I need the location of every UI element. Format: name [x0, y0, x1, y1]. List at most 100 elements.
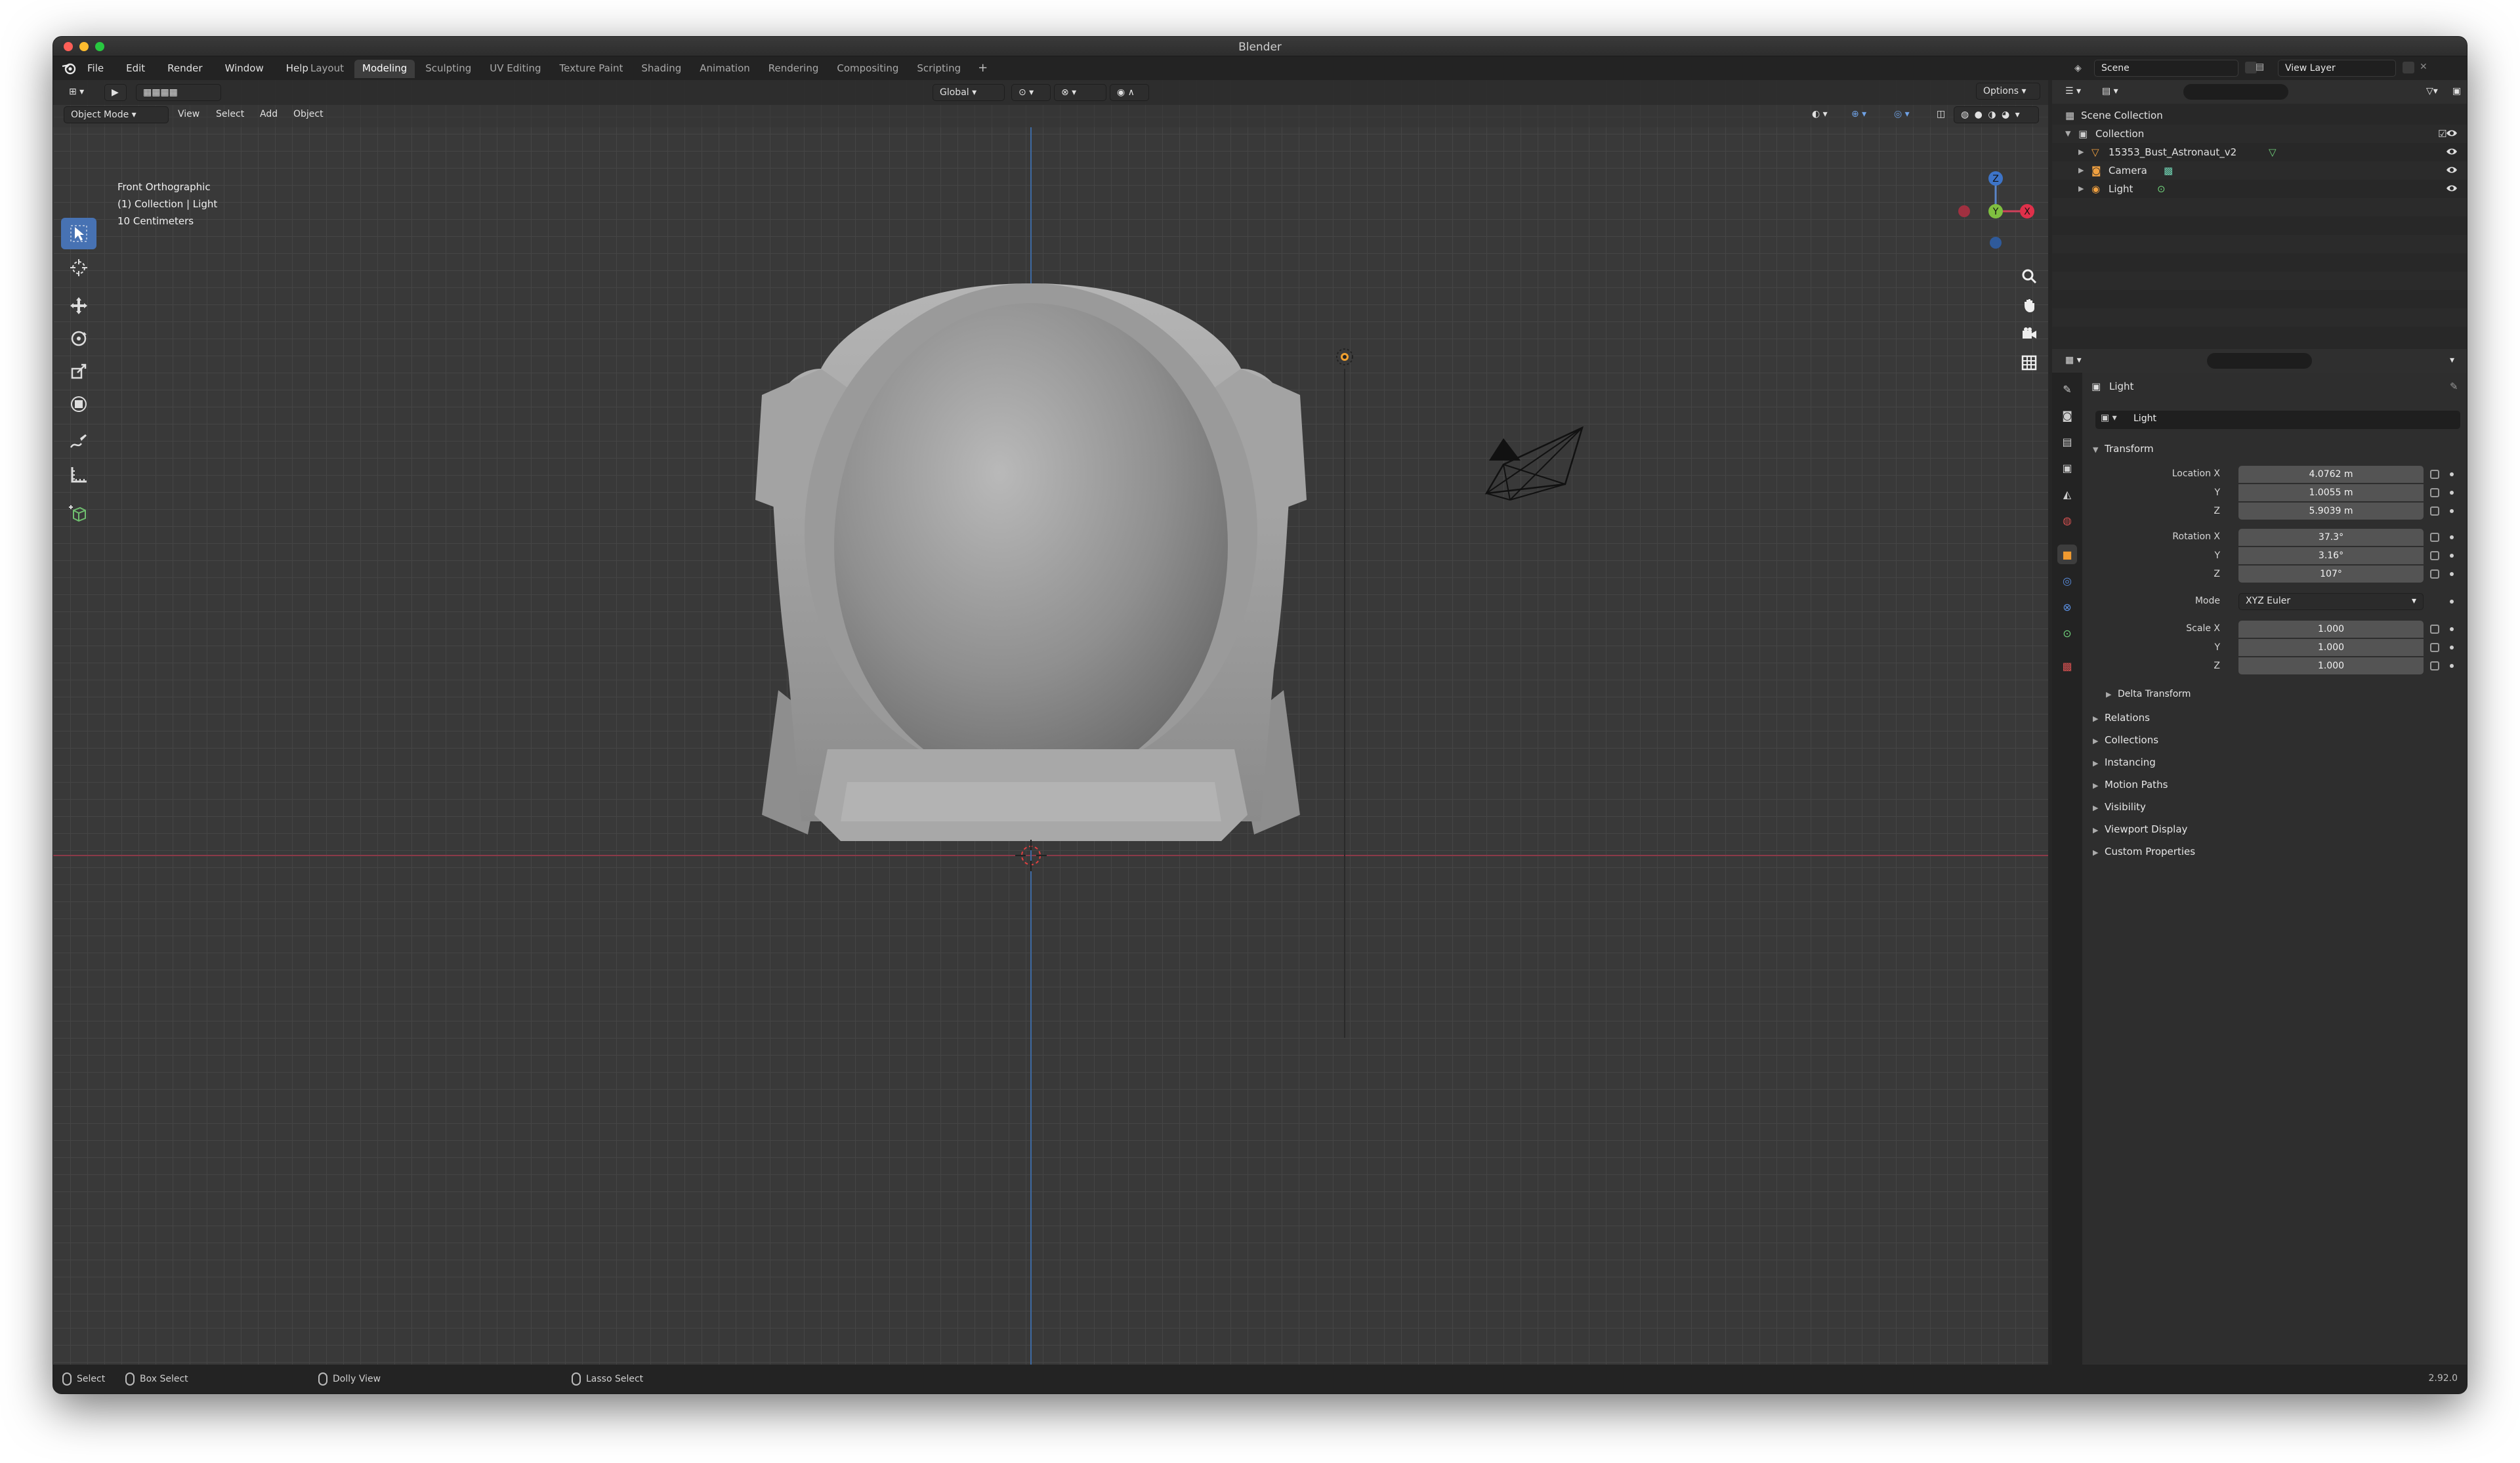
- lock-icon[interactable]: [2430, 533, 2439, 542]
- blender-logo-icon[interactable]: [61, 60, 77, 76]
- outliner-search-input[interactable]: [2183, 84, 2288, 100]
- menu-view[interactable]: View: [178, 109, 200, 119]
- texture-tab-icon[interactable]: ▩: [2057, 656, 2077, 676]
- tab-rendering[interactable]: Rendering: [761, 60, 827, 78]
- menu-edit[interactable]: Edit: [123, 61, 148, 75]
- menu-render[interactable]: Render: [165, 61, 205, 75]
- menu-file[interactable]: File: [85, 61, 106, 75]
- properties-search-input[interactable]: [2207, 353, 2312, 369]
- location-z-field[interactable]: 5.9039 m: [2238, 503, 2424, 520]
- scale-y-field[interactable]: 1.000: [2238, 639, 2424, 656]
- select-box-tool[interactable]: [61, 218, 96, 249]
- zoom-icon[interactable]: [2017, 264, 2042, 289]
- menu-window[interactable]: Window: [222, 61, 266, 75]
- render-tab-icon[interactable]: ◙: [2057, 405, 2077, 425]
- 3d-viewport[interactable]: ⊞ ▾ ▶ ▦▦▦▦ Global ▾ ⊙ ▾ ⊗ ▾ ◉ ∧ Options …: [53, 80, 2048, 1365]
- motion-paths-panel-header[interactable]: ▶ Motion Paths: [2082, 774, 2467, 795]
- rotation-z-field[interactable]: 107°: [2238, 566, 2424, 583]
- tab-layout[interactable]: Layout: [303, 60, 352, 78]
- 3d-cursor-icon[interactable]: [1011, 836, 1051, 875]
- light-data-tab-icon[interactable]: ⊙: [2057, 623, 2077, 643]
- camera-data-icon[interactable]: ▩: [2164, 161, 2173, 180]
- menu-select[interactable]: Select: [216, 109, 244, 119]
- rotate-tool[interactable]: [61, 323, 96, 354]
- relations-panel-header[interactable]: ▶ Relations: [2082, 707, 2467, 728]
- mesh-data-icon[interactable]: ▽: [2269, 143, 2277, 161]
- proportional-editing-icon[interactable]: ◉ ∧: [1110, 84, 1149, 101]
- custom-properties-panel-header[interactable]: ▶ Custom Properties: [2082, 841, 2467, 862]
- view-layer-tab-icon[interactable]: ▣: [2057, 458, 2077, 478]
- world-tab-icon[interactable]: ◍: [2057, 510, 2077, 530]
- tab-animation[interactable]: Animation: [692, 60, 757, 78]
- add-cube-tool[interactable]: [61, 497, 96, 529]
- keyframe-dot-icon[interactable]: [2450, 554, 2454, 558]
- keyframe-dot-icon[interactable]: [2450, 600, 2454, 604]
- navigation-gizmo[interactable]: Z X Y: [1956, 165, 2042, 257]
- pan-hand-icon[interactable]: [2017, 293, 2042, 318]
- scene-tab-icon[interactable]: ◭: [2057, 484, 2077, 504]
- options-dropdown[interactable]: Options ▾: [1976, 83, 2040, 100]
- view-layer-icon[interactable]: ▤: [2256, 62, 2264, 72]
- constraints-tab-icon[interactable]: ⊗: [2057, 597, 2077, 617]
- visibility-eye-icon[interactable]: [2446, 184, 2458, 193]
- tab-compositing[interactable]: Compositing: [829, 60, 906, 78]
- light-data-icon[interactable]: ⊙: [2157, 180, 2166, 198]
- expand-arrow-icon[interactable]: ▼: [2065, 125, 2070, 143]
- lock-icon[interactable]: [2430, 470, 2439, 479]
- menu-object[interactable]: Object: [293, 109, 324, 119]
- scale-z-field[interactable]: 1.000: [2238, 657, 2424, 674]
- new-view-layer-icon[interactable]: [2403, 62, 2414, 73]
- camera-object-icon[interactable]: [1484, 421, 1602, 506]
- tab-scripting[interactable]: Scripting: [909, 60, 969, 78]
- rotation-x-field[interactable]: 37.3°: [2238, 529, 2424, 546]
- annotate-tool[interactable]: [61, 426, 96, 458]
- properties-options-icon[interactable]: ▾: [2443, 352, 2463, 369]
- output-tab-icon[interactable]: ▤: [2057, 432, 2077, 451]
- tool-tab-icon[interactable]: ✎: [2057, 379, 2077, 399]
- lock-icon[interactable]: [2430, 661, 2439, 670]
- scene-selector[interactable]: Scene: [2094, 60, 2238, 77]
- camera-view-icon[interactable]: [2017, 321, 2042, 346]
- transform-orientation-dropdown[interactable]: Global ▾: [933, 84, 1005, 101]
- add-workspace-button[interactable]: +: [971, 60, 994, 78]
- location-y-field[interactable]: 1.0055 m: [2238, 484, 2424, 501]
- outliner-editor-type-icon[interactable]: ☰ ▾: [2059, 83, 2091, 100]
- lock-icon[interactable]: [2430, 488, 2439, 497]
- outliner-row-collection[interactable]: ▼ ▣ Collection ☑: [2052, 125, 2467, 143]
- filter-icon[interactable]: ▽▾: [2420, 83, 2446, 100]
- properties-editor-type-icon[interactable]: ▦ ▾: [2059, 352, 2091, 369]
- physics-tab-icon[interactable]: ◎: [2057, 571, 2077, 590]
- expand-arrow-icon[interactable]: ▶: [2078, 180, 2084, 198]
- keyframe-dot-icon[interactable]: [2450, 509, 2454, 513]
- instancing-panel-header[interactable]: ▶ Instancing: [2082, 752, 2467, 773]
- pin-icon[interactable]: ✎: [2450, 381, 2458, 392]
- pivot-point-icon[interactable]: ⊙ ▾: [1011, 84, 1051, 101]
- location-x-field[interactable]: 4.0762 m: [2238, 466, 2424, 483]
- tab-uv-editing[interactable]: UV Editing: [482, 60, 549, 78]
- selection-mode-icons[interactable]: ▦▦▦▦: [136, 84, 221, 101]
- visibility-eye-icon[interactable]: [2446, 147, 2458, 156]
- keyframe-dot-icon[interactable]: [2450, 572, 2454, 576]
- lock-icon[interactable]: [2430, 625, 2439, 634]
- keyframe-dot-icon[interactable]: [2450, 491, 2454, 495]
- keyframe-dot-icon[interactable]: [2450, 664, 2454, 668]
- xray-toggle-icon[interactable]: ◫: [1930, 106, 1952, 123]
- move-tool[interactable]: [61, 290, 96, 321]
- perspective-grid-icon[interactable]: [2017, 350, 2042, 375]
- object-tab-icon[interactable]: ■: [2057, 545, 2077, 564]
- scale-tool[interactable]: [61, 356, 96, 387]
- light-object-icon[interactable]: [1333, 345, 1356, 369]
- outliner-row-camera[interactable]: ▶ ◙ Camera ▩: [2052, 161, 2467, 180]
- lock-icon[interactable]: [2430, 643, 2439, 652]
- transform-tool[interactable]: [61, 388, 96, 420]
- collections-panel-header[interactable]: ▶ Collections: [2082, 730, 2467, 751]
- lock-icon[interactable]: [2430, 569, 2439, 579]
- measure-tool[interactable]: [61, 459, 96, 491]
- lock-icon[interactable]: [2430, 506, 2439, 516]
- object-name-field[interactable]: ▣ ▾ Light: [2095, 411, 2460, 429]
- outliner-row-astronaut[interactable]: ▶ ▽ 15353_Bust_Astronaut_v2 ▽: [2052, 143, 2467, 161]
- new-collection-icon[interactable]: ▣: [2446, 83, 2466, 100]
- rotation-mode-dropdown[interactable]: XYZ Euler ▾: [2238, 593, 2424, 610]
- gizmo-toggle-icon[interactable]: ⊕ ▾: [1845, 106, 1884, 123]
- keyframe-dot-icon[interactable]: [2450, 627, 2454, 631]
